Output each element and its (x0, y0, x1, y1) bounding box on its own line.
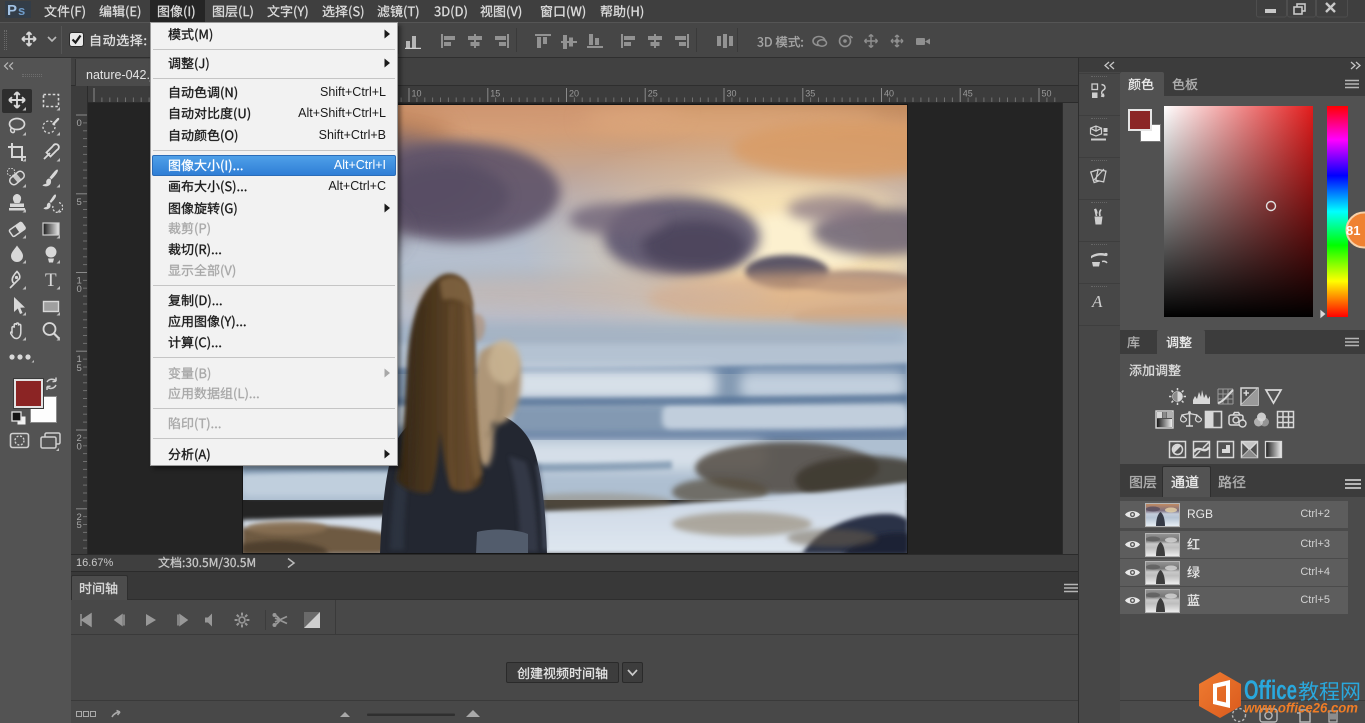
svg-text:P: P (7, 2, 17, 19)
svg-text:40: 40 (884, 89, 894, 99)
svg-text:45: 45 (963, 89, 973, 99)
svg-text:30: 30 (727, 89, 737, 99)
svg-text:T: T (45, 270, 57, 290)
svg-text:0: 0 (77, 442, 82, 453)
svg-text:5: 5 (77, 363, 82, 374)
svg-text:50: 50 (1042, 89, 1052, 99)
svg-text:0: 0 (77, 118, 82, 129)
svg-text:25: 25 (648, 89, 658, 99)
svg-text:www.office26.com: www.office26.com (1244, 700, 1358, 716)
svg-text:0: 0 (77, 284, 82, 295)
svg-text:35: 35 (805, 89, 815, 99)
svg-text:A: A (1091, 292, 1103, 310)
svg-text:81: 81 (1346, 223, 1360, 238)
svg-text:15: 15 (490, 89, 500, 99)
svg-text:20: 20 (569, 89, 579, 99)
svg-text:s: s (18, 3, 25, 18)
svg-text:5: 5 (77, 520, 82, 531)
svg-text:5: 5 (77, 197, 82, 208)
svg-text:10: 10 (412, 89, 422, 99)
